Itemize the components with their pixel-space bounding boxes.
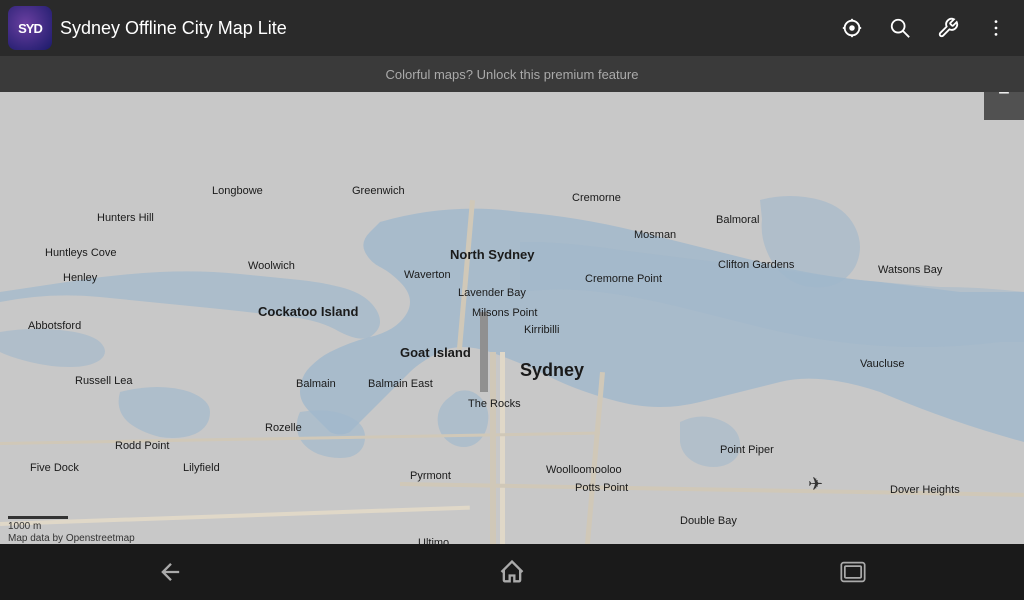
map-background [0, 92, 1024, 544]
search-button[interactable] [880, 8, 920, 48]
top-bar: SYD Sydney Offline City Map Lite [0, 0, 1024, 56]
promo-bar[interactable]: Colorful maps? Unlock this premium featu… [0, 56, 1024, 92]
home-button[interactable] [482, 552, 542, 592]
more-button[interactable] [976, 8, 1016, 48]
recents-button[interactable] [823, 552, 883, 592]
airport-icon: ✈ [808, 474, 823, 495]
scale-text: 1000 m [8, 521, 41, 532]
promo-text: Colorful maps? Unlock this premium featu… [386, 67, 639, 82]
app-icon-text: SYD [18, 21, 42, 36]
map-credit: Map data by Openstreetmap [8, 533, 135, 544]
map-area[interactable]: Hunters HillHuntleys CoveHenleyWoolwichC… [0, 92, 1024, 544]
scale-line [8, 516, 68, 519]
toolbar-icons [832, 8, 1024, 48]
app-title: Sydney Offline City Map Lite [60, 18, 832, 39]
app-icon: SYD [8, 6, 52, 50]
back-button[interactable] [141, 552, 201, 592]
location-button[interactable] [832, 8, 872, 48]
scale-bar: 1000 m [8, 516, 68, 532]
settings-button[interactable] [928, 8, 968, 48]
bottom-nav-bar [0, 544, 1024, 600]
